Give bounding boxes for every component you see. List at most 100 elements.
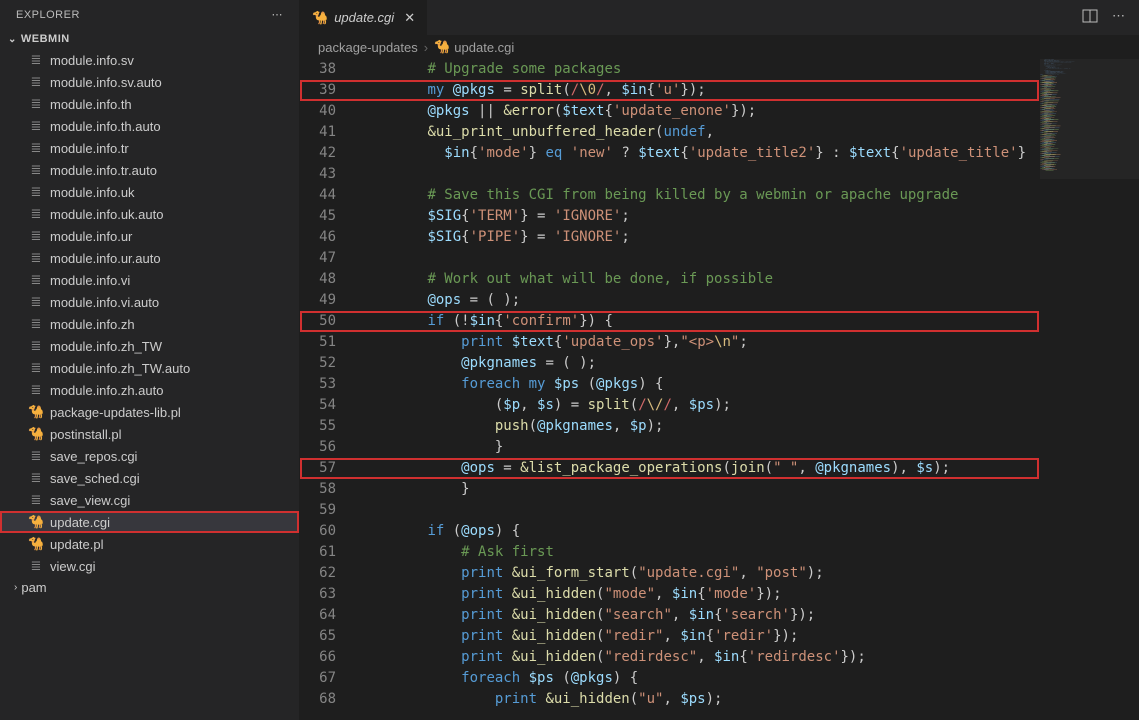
code-line[interactable]: 62 print &ui_form_start("update.cgi", "p…	[300, 563, 1039, 584]
file-item-module-info-ur[interactable]: ≣module.info.ur	[0, 225, 299, 247]
code-line[interactable]: 44 # Save this CGI from being killed by …	[300, 185, 1039, 206]
chevron-right-icon: ›	[14, 582, 17, 593]
text-file-icon: ≣	[28, 96, 44, 112]
code-line[interactable]: 43	[300, 164, 1039, 185]
line-number: 53	[300, 374, 360, 395]
code-line[interactable]: 50 if (!$in{'confirm'}) {	[300, 311, 1039, 332]
code-line[interactable]: 39 my @pkgs = split(/\0/, $in{'u'});	[300, 80, 1039, 101]
code-line[interactable]: 68 print &ui_hidden("u", $ps);	[300, 689, 1039, 710]
code-line[interactable]: 40 @pkgs || &error($text{'update_enone'}…	[300, 101, 1039, 122]
code-line[interactable]: 42 $in{'mode'} eq 'new' ? $text{'update_…	[300, 143, 1039, 164]
code-line[interactable]: 58 }	[300, 479, 1039, 500]
line-number: 59	[300, 500, 360, 521]
code-line[interactable]: 49 @ops = ( );	[300, 290, 1039, 311]
code-content: $in{'mode'} eq 'new' ? $text{'update_tit…	[360, 143, 1039, 164]
code-line[interactable]: 55 push(@pkgnames, $p);	[300, 416, 1039, 437]
code-content: ($p, $s) = split(/\//, $ps);	[360, 395, 1039, 416]
code-content: print &ui_hidden("redir", $in{'redir'});	[360, 626, 1039, 647]
code-content: print $text{'update_ops'},"<p>\n";	[360, 332, 1039, 353]
code-line[interactable]: 38 # Upgrade some packages	[300, 59, 1039, 80]
text-file-icon: ≣	[28, 448, 44, 464]
breadcrumb[interactable]: package-updates › 🐪 update.cgi	[300, 35, 1139, 59]
file-item-module-info-ur-auto[interactable]: ≣module.info.ur.auto	[0, 247, 299, 269]
file-item-module-info-uk-auto[interactable]: ≣module.info.uk.auto	[0, 203, 299, 225]
file-item-update-pl[interactable]: 🐪update.pl	[0, 533, 299, 555]
line-number: 49	[300, 290, 360, 311]
file-label: module.info.zh	[50, 317, 135, 332]
code-editor[interactable]: 38 # Upgrade some packages39 my @pkgs = …	[300, 59, 1039, 720]
line-number: 65	[300, 626, 360, 647]
file-item-save_view-cgi[interactable]: ≣save_view.cgi	[0, 489, 299, 511]
line-number: 47	[300, 248, 360, 269]
file-item-save_repos-cgi[interactable]: ≣save_repos.cgi	[0, 445, 299, 467]
code-line[interactable]: 48 # Work out what will be done, if poss…	[300, 269, 1039, 290]
file-item-module-info-sv[interactable]: ≣module.info.sv	[0, 49, 299, 71]
text-file-icon: ≣	[28, 140, 44, 156]
code-line[interactable]: 66 print &ui_hidden("redirdesc", $in{'re…	[300, 647, 1039, 668]
code-line[interactable]: 53 foreach my $ps (@pkgs) {	[300, 374, 1039, 395]
code-line[interactable]: 60 if (@ops) {	[300, 521, 1039, 542]
code-line[interactable]: 47	[300, 248, 1039, 269]
close-icon[interactable]: ✕	[404, 10, 415, 26]
tab-update-cgi[interactable]: 🐪 update.cgi ✕	[300, 0, 428, 35]
line-number: 48	[300, 269, 360, 290]
code-line[interactable]: 51 print $text{'update_ops'},"<p>\n";	[300, 332, 1039, 353]
code-content: print &ui_hidden("search", $in{'search'}…	[360, 605, 1039, 626]
file-item-module-info-th-auto[interactable]: ≣module.info.th.auto	[0, 115, 299, 137]
file-item-module-info-tr[interactable]: ≣ module.info.tr	[0, 137, 299, 159]
code-line[interactable]: 59	[300, 500, 1039, 521]
file-item-view-cgi[interactable]: ≣view.cgi	[0, 555, 299, 577]
code-line[interactable]: 52 @pkgnames = ( );	[300, 353, 1039, 374]
file-item-module-info-th[interactable]: ≣ module.info.th	[0, 93, 299, 115]
split-editor-icon[interactable]	[1082, 8, 1098, 27]
file-label: module.info.tr	[50, 141, 129, 156]
file-label: module.info.th	[50, 97, 132, 112]
file-item-module-info-zh[interactable]: ≣module.info.zh	[0, 313, 299, 335]
file-label: save_view.cgi	[50, 493, 130, 508]
folder-item-pam[interactable]: ›pam	[0, 577, 299, 598]
minimap[interactable]: # Upgrade some packages my @pkgs = split…	[1039, 59, 1139, 720]
more-icon[interactable]: ⋯	[1112, 8, 1125, 27]
file-tree[interactable]: ≣module.info.sv≣module.info.sv.auto≣modu…	[0, 49, 299, 720]
file-item-module-info-zh-auto[interactable]: ≣module.info.zh.auto	[0, 379, 299, 401]
code-line[interactable]: 54 ($p, $s) = split(/\//, $ps);	[300, 395, 1039, 416]
file-label: module.info.zh_TW	[50, 339, 162, 354]
line-number: 66	[300, 647, 360, 668]
code-line[interactable]: 63 print &ui_hidden("mode", $in{'mode'})…	[300, 584, 1039, 605]
file-item-module-info-zh_TW[interactable]: ≣module.info.zh_TW	[0, 335, 299, 357]
perl-icon: 🐪	[312, 10, 328, 26]
line-number: 63	[300, 584, 360, 605]
workspace-folder[interactable]: ⌄ WEBMIN	[0, 29, 299, 49]
file-item-module-info-sv-auto[interactable]: ≣module.info.sv.auto	[0, 71, 299, 93]
code-content	[360, 500, 1039, 521]
code-line[interactable]: 65 print &ui_hidden("redir", $in{'redir'…	[300, 626, 1039, 647]
explorer-more-icon[interactable]: ⋯	[272, 8, 284, 21]
file-item-module-info-vi-auto[interactable]: ≣module.info.vi.auto	[0, 291, 299, 313]
line-number: 67	[300, 668, 360, 689]
breadcrumb-file[interactable]: update.cgi	[454, 40, 514, 55]
code-line[interactable]: 45 $SIG{'TERM'} = 'IGNORE';	[300, 206, 1039, 227]
file-item-module-info-tr-auto[interactable]: ≣module.info.tr.auto	[0, 159, 299, 181]
file-item-package-updates-lib-pl[interactable]: 🐪package-updates-lib.pl	[0, 401, 299, 423]
file-label: module.info.vi.auto	[50, 295, 159, 310]
file-item-module-info-zh_TW-auto[interactable]: ≣module.info.zh_TW.auto	[0, 357, 299, 379]
code-line[interactable]: 64 print &ui_hidden("search", $in{'searc…	[300, 605, 1039, 626]
breadcrumb-parent[interactable]: package-updates	[318, 40, 418, 55]
line-number: 52	[300, 353, 360, 374]
code-line[interactable]: 57 @ops = &list_package_operations(join(…	[300, 458, 1039, 479]
code-line[interactable]: 46 $SIG{'PIPE'} = 'IGNORE';	[300, 227, 1039, 248]
code-line[interactable]: 67 foreach $ps (@pkgs) {	[300, 668, 1039, 689]
file-item-module-info-vi[interactable]: ≣module.info.vi	[0, 269, 299, 291]
file-item-postinstall-pl[interactable]: 🐪postinstall.pl	[0, 423, 299, 445]
file-item-update-cgi[interactable]: 🐪update.cgi	[0, 511, 299, 533]
code-line[interactable]: 61 # Ask first	[300, 542, 1039, 563]
code-content: foreach my $ps (@pkgs) {	[360, 374, 1039, 395]
code-line[interactable]: 56 }	[300, 437, 1039, 458]
code-content: # Work out what will be done, if possibl…	[360, 269, 1039, 290]
code-content: &ui_print_unbuffered_header(undef,	[360, 122, 1039, 143]
file-item-save_sched-cgi[interactable]: ≣save_sched.cgi	[0, 467, 299, 489]
file-item-module-info-uk[interactable]: ≣module.info.uk	[0, 181, 299, 203]
code-content: print &ui_hidden("redirdesc", $in{'redir…	[360, 647, 1039, 668]
code-line[interactable]: 41 &ui_print_unbuffered_header(undef,	[300, 122, 1039, 143]
file-label: view.cgi	[50, 559, 96, 574]
